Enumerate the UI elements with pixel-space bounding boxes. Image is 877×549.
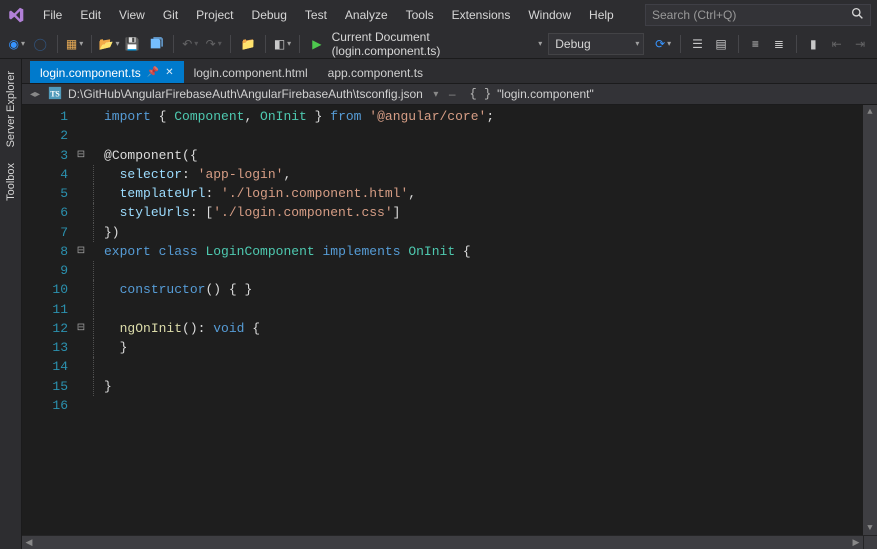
fold-toggle[interactable]: ⊟	[74, 146, 88, 165]
save-button[interactable]: 💾	[122, 33, 143, 55]
pin-icon[interactable]: 📌	[147, 67, 159, 78]
browser-link-button[interactable]: ⟳	[652, 33, 673, 55]
separator	[230, 35, 231, 53]
align-left-button[interactable]: ☰	[687, 33, 708, 55]
braces-icon: { }	[470, 87, 492, 101]
tab-label: login.component.html	[194, 66, 308, 80]
fold-toggle	[74, 126, 88, 145]
fold-toggle	[74, 261, 88, 280]
menu-file[interactable]: File	[34, 3, 71, 27]
code-content[interactable]: import { Component, OnInit } from '@angu…	[100, 105, 863, 535]
toolbox-tab[interactable]: Toolbox	[5, 155, 17, 209]
fold-toggle	[74, 223, 88, 242]
fold-toggle	[74, 203, 88, 222]
menu-test[interactable]: Test	[296, 3, 336, 27]
solution-platforms-button[interactable]: ◧	[272, 33, 293, 55]
tab-app-component-ts[interactable]: app.component.ts	[318, 61, 433, 83]
separator	[680, 35, 681, 53]
menu-view[interactable]: View	[110, 3, 154, 27]
splitter-handle[interactable]	[863, 536, 877, 549]
menu-tools[interactable]: Tools	[397, 3, 443, 27]
fold-toggle	[74, 300, 88, 319]
separator	[173, 35, 174, 53]
fold-gutter[interactable]: ⊟ ⊟ ⊟	[74, 105, 88, 535]
vs-logo-icon	[6, 5, 26, 25]
fold-toggle	[74, 165, 88, 184]
scroll-left-icon[interactable]: ◀	[22, 537, 36, 548]
svg-text:TS: TS	[50, 89, 60, 98]
fold-toggle	[74, 184, 88, 203]
start-debug-button[interactable]: ▶	[306, 33, 327, 55]
menu-extensions[interactable]: Extensions	[443, 3, 520, 27]
bookmark-button[interactable]: ▮	[803, 33, 824, 55]
tab-login-component-ts[interactable]: login.component.ts 📌 ✕	[30, 61, 184, 83]
scroll-down-icon[interactable]: ▼	[867, 521, 872, 535]
quick-search[interactable]	[645, 4, 871, 26]
fold-toggle	[74, 338, 88, 357]
search-icon	[851, 7, 864, 23]
separator	[299, 35, 300, 53]
search-input[interactable]	[652, 8, 851, 22]
indent-guide-gutter	[88, 105, 100, 535]
comment-button[interactable]: ≡	[745, 33, 766, 55]
startup-target[interactable]: Current Document (login.component.ts)	[330, 33, 547, 55]
fold-toggle	[74, 107, 88, 126]
save-all-button[interactable]	[145, 33, 166, 55]
tab-login-component-html[interactable]: login.component.html	[184, 61, 318, 83]
member-selector[interactable]: "login.component"	[497, 87, 594, 101]
menu-bar: FileEditViewGitProjectDebugTestAnalyzeTo…	[0, 0, 877, 29]
solution-config-select[interactable]: Debug	[548, 33, 644, 55]
nav-forward-button: ◯	[29, 33, 50, 55]
menu-project[interactable]: Project	[187, 3, 242, 27]
fold-toggle	[74, 357, 88, 376]
separator	[91, 35, 92, 53]
prev-bookmark-button: ⇤	[826, 33, 847, 55]
menu-git[interactable]: Git	[154, 3, 187, 27]
open-file-button[interactable]: 📂	[98, 33, 119, 55]
tab-label: app.component.ts	[328, 66, 423, 80]
redo-button: ↷	[203, 33, 224, 55]
uncomment-button[interactable]: ≣	[768, 33, 789, 55]
fold-toggle	[74, 280, 88, 299]
code-editor[interactable]: 12345678910111213141516 ⊟ ⊟ ⊟ import { Com…	[22, 105, 877, 535]
format-doc-button[interactable]: ▤	[710, 33, 731, 55]
server-explorer-tab[interactable]: Server Explorer	[5, 63, 17, 155]
menu-help[interactable]: Help	[580, 3, 623, 27]
file-path[interactable]: D:\GitHub\AngularFirebaseAuth\AngularFir…	[68, 87, 423, 101]
fold-toggle	[74, 396, 88, 415]
line-number-gutter: 12345678910111213141516	[22, 105, 74, 535]
tool-windows-strip: Server Explorer Toolbox	[0, 59, 22, 549]
show-in-explorer-button[interactable]: 📁	[237, 33, 258, 55]
separator	[265, 35, 266, 53]
main-toolbar: ◉ ◯ ▦ 📂 💾 ↶ ↷ 📁 ◧ ▶ Current Document (lo…	[0, 29, 877, 59]
new-project-button[interactable]: ▦	[64, 33, 85, 55]
close-icon[interactable]: ✕	[165, 67, 173, 78]
fold-toggle[interactable]: ⊟	[74, 242, 88, 261]
ts-file-icon: TS	[48, 86, 62, 103]
tab-label: login.component.ts	[40, 66, 141, 80]
fold-toggle[interactable]: ⊟	[74, 319, 88, 338]
scroll-up-icon[interactable]: ▲	[867, 105, 872, 119]
next-bookmark-button: ⇥	[849, 33, 870, 55]
scroll-right-icon[interactable]: ▶	[849, 537, 863, 548]
fold-toggle	[74, 377, 88, 396]
path-dropdown-icon[interactable]: ▾	[429, 89, 443, 100]
editor-navbar: ◂▸ TS D:\GitHub\AngularFirebaseAuth\Angu…	[22, 83, 877, 105]
editor-tabbar: login.component.ts 📌 ✕ login.component.html…	[22, 59, 877, 83]
menu-edit[interactable]: Edit	[71, 3, 110, 27]
menu-debug[interactable]: Debug	[243, 3, 296, 27]
undo-button: ↶	[180, 33, 201, 55]
vertical-scrollbar[interactable]: ▲ ▼	[863, 105, 877, 535]
menu-analyze[interactable]: Analyze	[336, 3, 397, 27]
separator	[738, 35, 739, 53]
menu-window[interactable]: Window	[519, 3, 580, 27]
horizontal-scrollbar[interactable]: ◀ ▶	[22, 535, 877, 549]
nav-left-icon[interactable]: ◂▸	[28, 89, 42, 100]
separator	[796, 35, 797, 53]
separator	[57, 35, 58, 53]
nav-back-button[interactable]: ◉	[6, 33, 27, 55]
